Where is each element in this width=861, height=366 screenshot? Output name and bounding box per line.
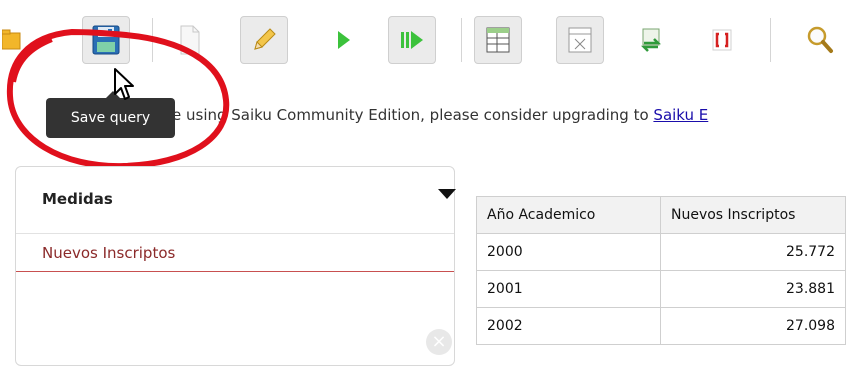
measures-panel: Medidas Nuevos Inscriptos × bbox=[15, 166, 456, 366]
toggle-fields-button[interactable] bbox=[474, 16, 522, 64]
pencil-icon bbox=[254, 28, 276, 50]
table-row: 2000 25.772 bbox=[476, 233, 846, 271]
table-delete-icon bbox=[568, 27, 592, 53]
tooltip-text: Save query bbox=[70, 110, 151, 126]
play-bars-icon bbox=[401, 31, 423, 49]
play-icon bbox=[338, 31, 350, 49]
save-query-tooltip: Save query bbox=[46, 91, 175, 138]
results-table: Año Academico Nuevos Inscriptos 2000 25.… bbox=[476, 196, 846, 345]
magnifier-icon bbox=[807, 26, 833, 53]
upgrade-link[interactable]: Saiku E bbox=[653, 106, 708, 124]
brackets-icon bbox=[712, 29, 732, 51]
new-query-button[interactable] bbox=[166, 16, 214, 64]
mdx-button[interactable] bbox=[698, 16, 746, 64]
edit-query-button[interactable] bbox=[240, 16, 288, 64]
value-cell: 25.772 bbox=[660, 233, 846, 271]
table-row: 2001 23.881 bbox=[476, 270, 846, 308]
measure-item[interactable]: Nuevos Inscriptos bbox=[16, 234, 454, 272]
explain-button[interactable] bbox=[796, 16, 844, 64]
measures-title: Medidas bbox=[42, 190, 113, 208]
run-query-button[interactable] bbox=[320, 16, 368, 64]
upgrade-notice: e using Saiku Community Edition, please … bbox=[172, 106, 861, 136]
row-header-cell: 2002 bbox=[476, 307, 661, 345]
table-header-row: Año Academico Nuevos Inscriptos bbox=[476, 196, 846, 234]
swap-axis-button[interactable] bbox=[628, 16, 676, 64]
value-cell: 27.098 bbox=[660, 307, 846, 345]
folder-icon bbox=[2, 29, 21, 50]
mouse-pointer-icon bbox=[114, 68, 134, 100]
swap-arrows-icon bbox=[640, 28, 662, 52]
table-row: 2002 27.098 bbox=[476, 307, 846, 345]
toggle-sidebar-button[interactable] bbox=[556, 16, 604, 64]
blank-page-icon bbox=[180, 25, 200, 55]
open-query-button[interactable] bbox=[0, 16, 24, 64]
table-add-icon bbox=[486, 27, 510, 53]
row-header-cell: 2001 bbox=[476, 270, 661, 308]
upgrade-notice-text: e using Saiku Community Edition, please … bbox=[172, 106, 654, 124]
value-cell: 23.881 bbox=[660, 270, 846, 308]
column-header[interactable]: Nuevos Inscriptos bbox=[660, 196, 846, 234]
save-query-button[interactable] bbox=[82, 16, 130, 64]
automatic-execution-button[interactable] bbox=[388, 16, 436, 64]
row-header-cell: 2000 bbox=[476, 233, 661, 271]
remove-icon[interactable]: × bbox=[426, 329, 452, 355]
chevron-down-icon[interactable] bbox=[438, 189, 456, 199]
floppy-disk-icon bbox=[92, 25, 120, 55]
column-header[interactable]: Año Academico bbox=[476, 196, 661, 234]
